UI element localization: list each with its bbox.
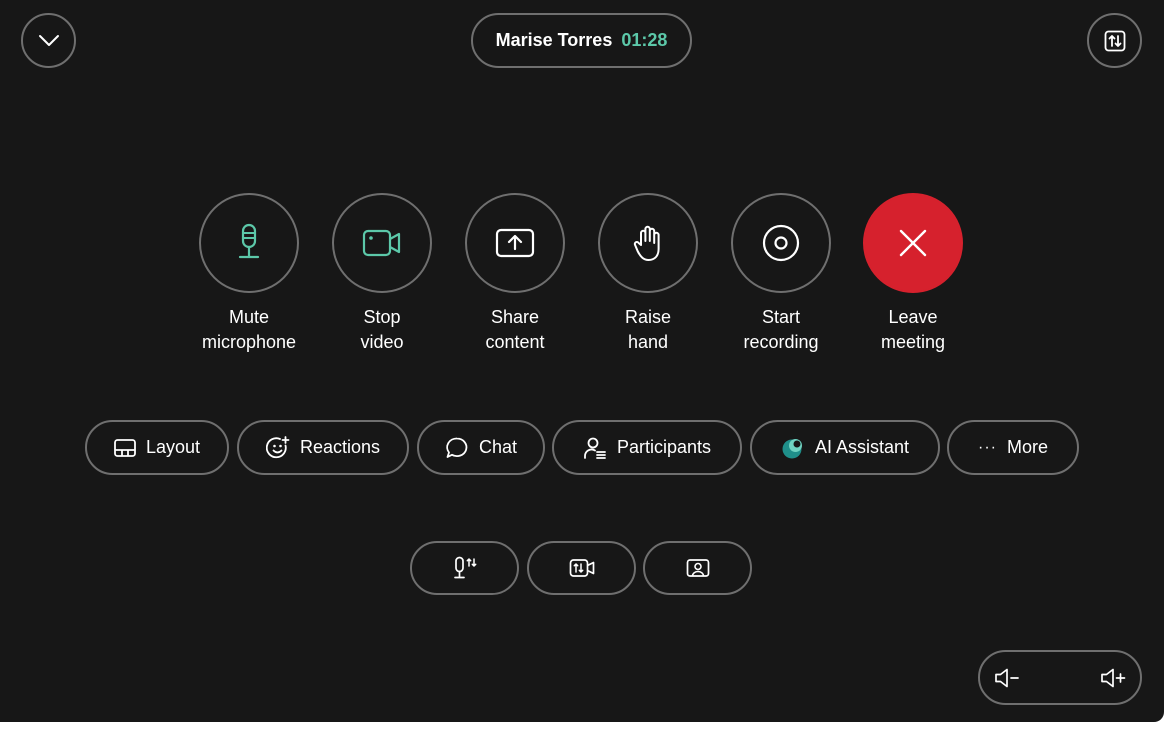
emoji-add-icon (265, 435, 290, 458)
microphone-icon (238, 223, 260, 259)
self-view-icon (686, 559, 709, 577)
call-info-pill: Marise Torres 01:28 (471, 13, 692, 68)
share-content-action[interactable]: Share content (445, 193, 585, 355)
layout-icon (114, 438, 136, 457)
mute-microphone-button[interactable] (199, 193, 299, 293)
layout-label: Layout (145, 437, 201, 457)
volume-down-icon[interactable] (994, 667, 1020, 689)
video-camera-icon (362, 229, 401, 257)
hand-icon (633, 225, 660, 261)
swap-button[interactable] (1087, 13, 1142, 68)
mute-label-line2: microphone (201, 332, 297, 352)
chat-bubble-icon (446, 437, 468, 458)
layout-button[interactable]: Layout (85, 420, 229, 475)
close-icon (899, 229, 927, 257)
call-duration: 01:28 (621, 30, 668, 50)
leave-label-line1: Leave (888, 307, 938, 327)
mute-microphone-action[interactable]: Mute microphone (179, 193, 319, 355)
camera-settings-button[interactable] (527, 541, 636, 595)
start-recording-button[interactable] (731, 193, 831, 293)
ai-assistant-icon (782, 438, 802, 458)
self-view-button[interactable] (643, 541, 752, 595)
collapse-button[interactable] (21, 13, 76, 68)
microphone-settings-icon (453, 556, 476, 579)
share-screen-icon (495, 228, 535, 258)
chat-button[interactable]: Chat (417, 420, 545, 475)
caller-name: Marise Torres (495, 30, 613, 50)
record-label-line1: Start (761, 307, 800, 327)
camera-settings-icon (569, 559, 594, 577)
record-icon (762, 224, 800, 262)
start-recording-action[interactable]: Start recording (711, 193, 851, 355)
participants-button[interactable]: Participants (552, 420, 742, 475)
stop-video-action[interactable]: Stop video (312, 193, 452, 355)
chevron-down-icon (38, 34, 59, 46)
stop-video-button[interactable] (332, 193, 432, 293)
share-content-button[interactable] (465, 193, 565, 293)
mute-label-line1: Mute (228, 307, 270, 327)
microphone-settings-button[interactable] (410, 541, 519, 595)
chat-label: Chat (478, 437, 518, 457)
more-dots-icon: ··· (978, 438, 997, 456)
leave-label-line2: meeting (880, 332, 946, 352)
share-label-line1: Share (490, 307, 540, 327)
raise-hand-button[interactable] (598, 193, 698, 293)
more-button[interactable]: ··· More (947, 420, 1079, 475)
video-label-line2: video (360, 332, 404, 352)
swap-arrows-icon (1104, 30, 1125, 51)
reactions-label: Reactions (299, 437, 381, 457)
share-label-line2: content (485, 332, 545, 352)
ai-assistant-button[interactable]: AI Assistant (750, 420, 940, 475)
raise-hand-action[interactable]: Raise hand (578, 193, 718, 355)
video-label-line1: Stop (363, 307, 401, 327)
volume-control (978, 650, 1142, 705)
leave-meeting-action[interactable]: Leave meeting (843, 193, 983, 355)
hand-label-line2: hand (627, 332, 669, 352)
ai-assistant-label: AI Assistant (814, 437, 910, 457)
leave-meeting-button[interactable] (863, 193, 963, 293)
record-label-line2: recording (743, 332, 819, 352)
hand-label-line1: Raise (624, 307, 672, 327)
participants-icon (584, 437, 606, 459)
more-label: More (1006, 437, 1048, 457)
participants-label: Participants (616, 437, 712, 457)
call-controls-screen: Marise Torres 01:28 Mute microphone Stop… (0, 0, 1164, 722)
volume-up-icon[interactable] (1100, 667, 1126, 689)
reactions-button[interactable]: Reactions (237, 420, 409, 475)
